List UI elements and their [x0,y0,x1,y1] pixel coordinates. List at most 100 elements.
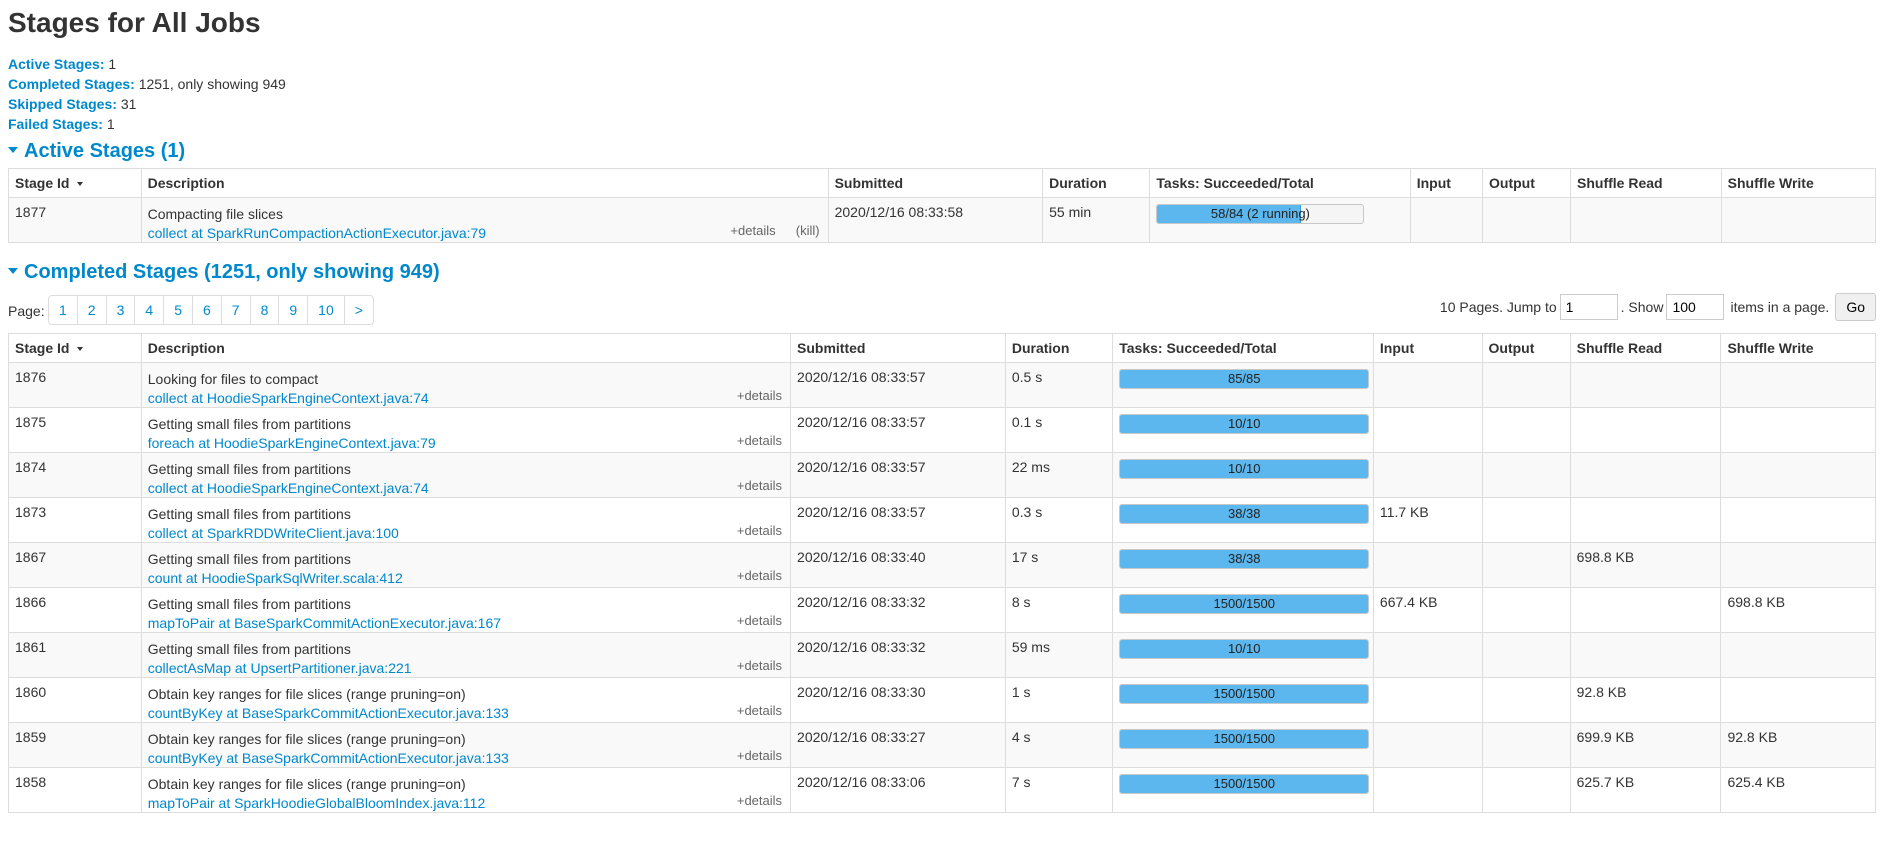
shuffle-read [1569,362,1722,408]
next-page-link[interactable]: > [345,296,373,324]
details-toggle[interactable]: +details [737,568,782,583]
active-stages-toggle[interactable]: Active Stages (1) [8,134,1876,168]
details-toggle[interactable]: +details [737,478,782,493]
stage-id: 1860 [8,677,142,723]
column-header[interactable]: Input [1372,333,1483,363]
page-link[interactable]: 7 [222,296,251,324]
summary-completed-link[interactable]: Completed Stages: [8,76,135,92]
submitted-time: 2020/12/16 08:33:57 [790,497,1006,543]
column-header[interactable]: Duration [1042,168,1151,198]
summary-failed-link[interactable]: Failed Stages: [8,116,103,132]
stage-detail-link[interactable]: countByKey at BaseSparkCommitActionExecu… [148,749,784,767]
input-size [1372,632,1483,678]
page-size-controls: 10 Pages. Jump to . Show items in a page… [1440,293,1876,321]
column-header[interactable]: Shuffle Read [1569,333,1722,363]
tasks-progress-bar: 10/10 [1119,414,1370,434]
input-size [1372,722,1483,768]
details-toggle[interactable]: +details [730,223,775,238]
completed-stages-toggle[interactable]: Completed Stages (1251, only showing 949… [8,255,1876,289]
output-size [1481,722,1571,768]
page-title: Stages for All Jobs [8,7,261,38]
tasks-count: 58/84 (2 running) [1210,206,1310,221]
details-toggle[interactable]: +details [737,748,782,763]
output-size [1481,767,1571,813]
column-header[interactable]: Input [1409,168,1484,198]
column-header[interactable]: Tasks: Succeeded/Total [1149,168,1411,198]
page-link[interactable]: 6 [193,296,222,324]
details-toggle[interactable]: +details [737,523,782,538]
description-text: Looking for files to compact [147,371,319,387]
table-row: 1873 Getting small files from partitions c… [8,497,1876,543]
stage-detail-link[interactable]: count at HoodieSparkSqlWriter.scala:412 [148,569,784,587]
details-toggle[interactable]: +details [737,703,782,718]
summary-skipped-link[interactable]: Skipped Stages: [8,96,117,112]
input-size: 11.7 KB [1372,497,1483,543]
details-toggle[interactable]: +details [737,793,782,808]
stage-detail-link[interactable]: collect at HoodieSparkEngineContext.java… [148,389,784,407]
stage-id: 1867 [8,542,142,588]
column-header[interactable]: Shuffle Write [1720,333,1876,363]
column-header[interactable]: Stage Id [8,333,142,363]
shuffle-read [1569,497,1722,543]
column-header[interactable]: Submitted [827,168,1044,198]
column-header[interactable]: Description [140,168,829,198]
stage-id: 1866 [8,587,142,633]
page-link[interactable]: 9 [279,296,309,324]
stage-id: 1875 [8,407,142,453]
stage-detail-link[interactable]: collect at SparkRunCompactionActionExecu… [148,224,822,242]
input-size [1372,407,1483,453]
page-link[interactable]: 1 [49,296,78,324]
column-header[interactable]: Output [1482,168,1572,198]
column-header[interactable]: Stage Id [8,168,142,198]
duration: 59 ms [1004,632,1114,678]
column-header[interactable]: Output [1481,333,1571,363]
page-link[interactable]: 5 [164,296,193,324]
details-toggle[interactable]: +details [737,658,782,673]
summary-completed: Completed Stages: 1251, only showing 949 [8,76,286,92]
details-toggle[interactable]: +details [737,388,782,403]
shuffle-write [1720,542,1876,588]
jump-to-page-input[interactable] [1559,294,1618,320]
tasks-count: 38/38 [1227,551,1261,566]
tasks-cell: 58/84 (2 running) [1149,197,1411,243]
stage-id: 1876 [8,362,142,408]
go-button[interactable]: Go [1835,293,1876,321]
column-header[interactable]: Shuffle Write [1720,168,1877,198]
column-header[interactable]: Description [140,333,792,363]
submitted-time: 2020/12/16 08:33:06 [790,767,1006,813]
page-link[interactable]: 3 [107,296,136,324]
submitted-time: 2020/12/16 08:33:32 [790,587,1006,633]
column-header[interactable]: Tasks: Succeeded/Total [1112,333,1374,363]
shuffle-write: 92.8 KB [1720,722,1876,768]
stage-detail-link[interactable]: countByKey at BaseSparkCommitActionExecu… [148,704,784,722]
column-header[interactable]: Duration [1004,333,1114,363]
summary-active-link[interactable]: Active Stages: [8,56,104,72]
tasks-cell: 10/10 [1112,632,1374,678]
stage-id: 1859 [8,722,142,768]
table-row: 1867 Getting small files from partitions c… [8,542,1876,588]
table-row: 1866 Getting small files from partitions m… [8,587,1876,633]
stage-description: Obtain key ranges for file slices (range… [140,767,792,813]
page-link[interactable]: 4 [135,296,165,324]
column-header[interactable]: Shuffle Read [1570,168,1722,198]
page-link[interactable]: 2 [78,296,107,324]
stage-detail-link[interactable]: collect at SparkRDDWriteClient.java:100 [148,524,784,542]
output-size [1481,362,1571,408]
stage-detail-link[interactable]: foreach at HoodieSparkEngineContext.java… [148,434,784,452]
shuffle-write [1720,452,1876,498]
stage-detail-link[interactable]: mapToPair at SparkHoodieGlobalBloomIndex… [148,794,784,812]
page-link[interactable]: 10 [308,296,345,324]
stage-detail-link[interactable]: collectAsMap at UpsertPartitioner.java:2… [148,659,784,677]
kill-link[interactable]: (kill) [796,223,820,238]
input-size [1372,542,1483,588]
stage-detail-link[interactable]: collect at HoodieSparkEngineContext.java… [148,479,784,497]
completed-stages-table: Stage Id Description Submitted Duration Task… [8,333,1876,813]
shuffle-read: 698.8 KB [1569,542,1722,588]
details-toggle[interactable]: +details [737,433,782,448]
page-link[interactable]: 8 [251,296,280,324]
page-size-input[interactable] [1666,294,1725,320]
shuffle-write: 625.4 KB [1720,767,1876,813]
details-toggle[interactable]: +details [737,613,782,628]
column-header[interactable]: Submitted [790,333,1006,363]
stage-detail-link[interactable]: mapToPair at BaseSparkCommitActionExecut… [148,614,784,632]
